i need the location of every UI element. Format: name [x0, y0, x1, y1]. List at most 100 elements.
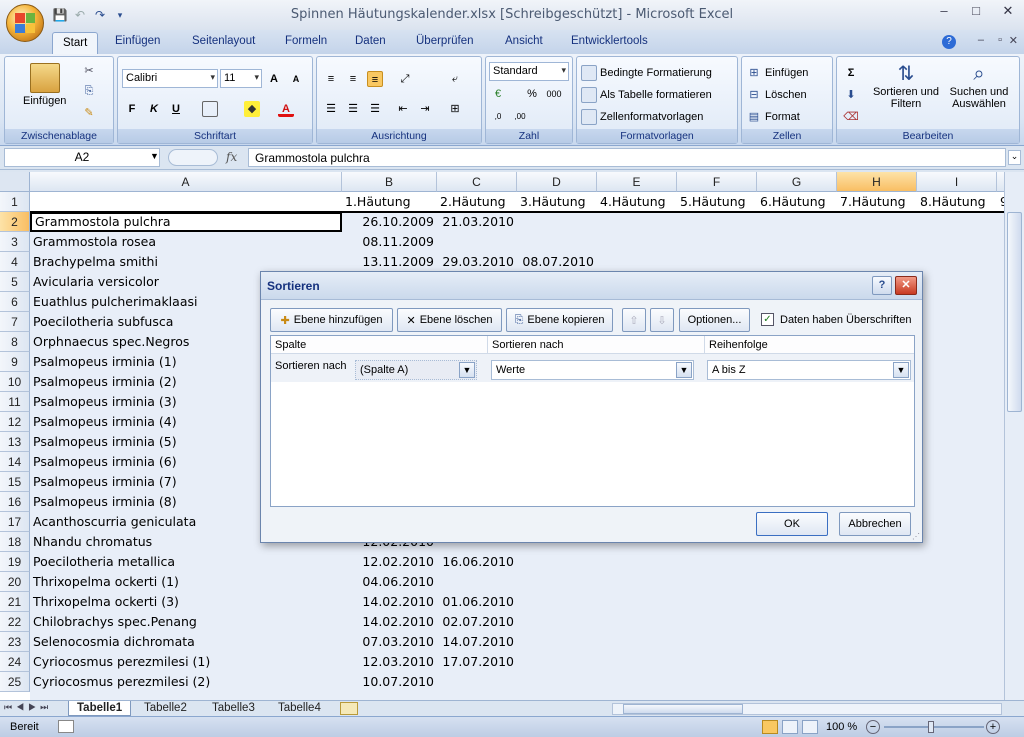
zoom-level[interactable]: 100 %: [826, 721, 857, 733]
underline-icon[interactable]: U: [168, 101, 184, 117]
currency-icon[interactable]: €: [490, 86, 506, 102]
number-format-combo[interactable]: Standard: [489, 62, 569, 81]
date-cell[interactable]: 21.03.2010: [437, 212, 517, 232]
tab-daten[interactable]: Daten: [355, 35, 386, 47]
wrap-text-icon[interactable]: ⤶: [447, 71, 463, 87]
date-cell[interactable]: 17.07.2010: [437, 652, 517, 672]
decrease-decimal-icon[interactable]: ,00: [512, 109, 528, 125]
format-cells-button[interactable]: ▤ Format: [746, 109, 800, 125]
column-header-j[interactable]: J: [997, 172, 1004, 192]
date-cell[interactable]: 04.06.2010: [342, 572, 437, 592]
date-cell[interactable]: 02.07.2010: [437, 612, 517, 632]
row-header[interactable]: 5: [0, 272, 30, 292]
tab-ansicht[interactable]: Ansicht: [505, 35, 543, 47]
paste-button[interactable]: Einfügen: [23, 63, 66, 107]
macro-record-icon[interactable]: [58, 720, 74, 733]
name-box-dropdown-icon[interactable]: ▼: [150, 151, 159, 161]
close-icon[interactable]: ✕: [992, 0, 1024, 22]
customize-qat-icon[interactable]: ▾: [112, 7, 128, 23]
date-cell[interactable]: 14.02.2010: [342, 612, 437, 632]
date-cell[interactable]: 12.02.2010: [342, 552, 437, 572]
select-all-corner[interactable]: [0, 172, 30, 192]
species-cell[interactable]: Thrixopelma ockerti (1): [30, 572, 342, 592]
hscroll-thumb[interactable]: [623, 704, 743, 714]
move-down-button[interactable]: ⇩: [650, 308, 674, 332]
date-cell[interactable]: 01.06.2010: [437, 592, 517, 612]
date-cell[interactable]: [517, 652, 597, 672]
move-up-button[interactable]: ⇧: [622, 308, 646, 332]
sheet-tab-tabelle3[interactable]: Tabelle3: [204, 701, 263, 716]
header-cell[interactable]: 6.Häutung: [757, 192, 837, 212]
undo-icon[interactable]: ↶: [72, 7, 88, 23]
cancel-button[interactable]: Abbrechen: [839, 512, 911, 536]
header-cell[interactable]: 1.Häutung: [342, 192, 437, 212]
dialog-help-icon[interactable]: ?: [872, 276, 892, 295]
row-header[interactable]: 16: [0, 492, 30, 512]
row-header[interactable]: 24: [0, 652, 30, 672]
headers-checkbox[interactable]: ✓: [761, 313, 774, 326]
order-select[interactable]: A bis Z ▼: [707, 360, 911, 380]
date-cell[interactable]: 29.03.2010: [437, 252, 517, 272]
row-header[interactable]: 2: [0, 212, 30, 232]
increase-indent-icon[interactable]: ⇥: [417, 101, 433, 117]
date-cell[interactable]: 26.10.2009: [342, 212, 437, 232]
column-header-i[interactable]: I: [917, 172, 997, 192]
row-header[interactable]: 19: [0, 552, 30, 572]
tab-formeln[interactable]: Formeln: [285, 35, 327, 47]
date-cell[interactable]: [517, 592, 597, 612]
header-cell[interactable]: 8.Häutung: [917, 192, 997, 212]
row-header[interactable]: 20: [0, 572, 30, 592]
date-cell[interactable]: [437, 672, 517, 692]
date-cell[interactable]: [517, 212, 597, 232]
date-cell[interactable]: [517, 632, 597, 652]
align-top-icon[interactable]: ≡: [323, 71, 339, 87]
bold-icon[interactable]: F: [124, 101, 140, 117]
date-cell[interactable]: 08.11.2009: [342, 232, 437, 252]
row-header[interactable]: 21: [0, 592, 30, 612]
fill-color-icon[interactable]: ◆: [244, 101, 260, 117]
format-as-table-button[interactable]: Als Tabelle formatieren: [581, 87, 712, 103]
date-cell[interactable]: [517, 552, 597, 572]
insert-cells-button[interactable]: ⊞ Einfügen: [746, 65, 808, 81]
date-cell[interactable]: [437, 572, 517, 592]
options-button[interactable]: Optionen...: [679, 308, 750, 332]
header-cell[interactable]: 4.Häutung: [597, 192, 677, 212]
maximize-icon[interactable]: □: [960, 0, 992, 22]
zoom-out-icon[interactable]: −: [866, 720, 880, 734]
date-cell[interactable]: 16.06.2010: [437, 552, 517, 572]
ok-button[interactable]: OK: [756, 512, 828, 536]
align-left-icon[interactable]: ☰: [323, 101, 339, 117]
row-header[interactable]: 15: [0, 472, 30, 492]
header-cell[interactable]: 9: [997, 192, 1004, 212]
row-header[interactable]: 6: [0, 292, 30, 312]
delete-level-button[interactable]: ✕ Ebene löschen: [397, 308, 502, 332]
zoom-slider[interactable]: [884, 726, 984, 728]
row-header[interactable]: 9: [0, 352, 30, 372]
align-center-icon[interactable]: ☰: [345, 101, 361, 117]
sort-filter-button[interactable]: ⇅ Sortieren und Filtern: [871, 63, 941, 110]
copy-icon[interactable]: ⎘: [81, 83, 97, 99]
date-cell[interactable]: [437, 232, 517, 252]
sheet-tab-tabelle2[interactable]: Tabelle2: [136, 701, 195, 716]
office-button[interactable]: [6, 4, 44, 42]
ribbon-minimize-icon[interactable]: –: [978, 34, 984, 46]
row-header[interactable]: 1: [0, 192, 30, 212]
column-header-d[interactable]: D: [517, 172, 597, 192]
sheet-tab-tabelle1[interactable]: Tabelle1: [68, 701, 132, 716]
column-header-c[interactable]: C: [437, 172, 517, 192]
column-header-b[interactable]: B: [342, 172, 437, 192]
font-name-combo[interactable]: Calibri: [122, 69, 218, 88]
tab-entwicklertools[interactable]: Entwicklertools: [571, 35, 648, 47]
borders-icon[interactable]: [202, 101, 218, 117]
horizontal-scrollbar[interactable]: [612, 703, 1002, 715]
page-break-view-icon[interactable]: [802, 720, 818, 734]
add-level-button[interactable]: ✚ Ebene hinzufügen: [270, 308, 393, 332]
italic-icon[interactable]: K: [146, 101, 162, 117]
workbook-close-icon[interactable]: ✕: [1009, 34, 1018, 47]
minimize-icon[interactable]: –: [928, 0, 960, 22]
cell-styles-button[interactable]: Zellenformatvorlagen: [581, 109, 703, 125]
dialog-close-icon[interactable]: ✕: [895, 276, 917, 295]
row-header[interactable]: 3: [0, 232, 30, 252]
date-cell[interactable]: 13.11.2009: [342, 252, 437, 272]
resize-grip-icon[interactable]: ⋰: [912, 532, 920, 541]
